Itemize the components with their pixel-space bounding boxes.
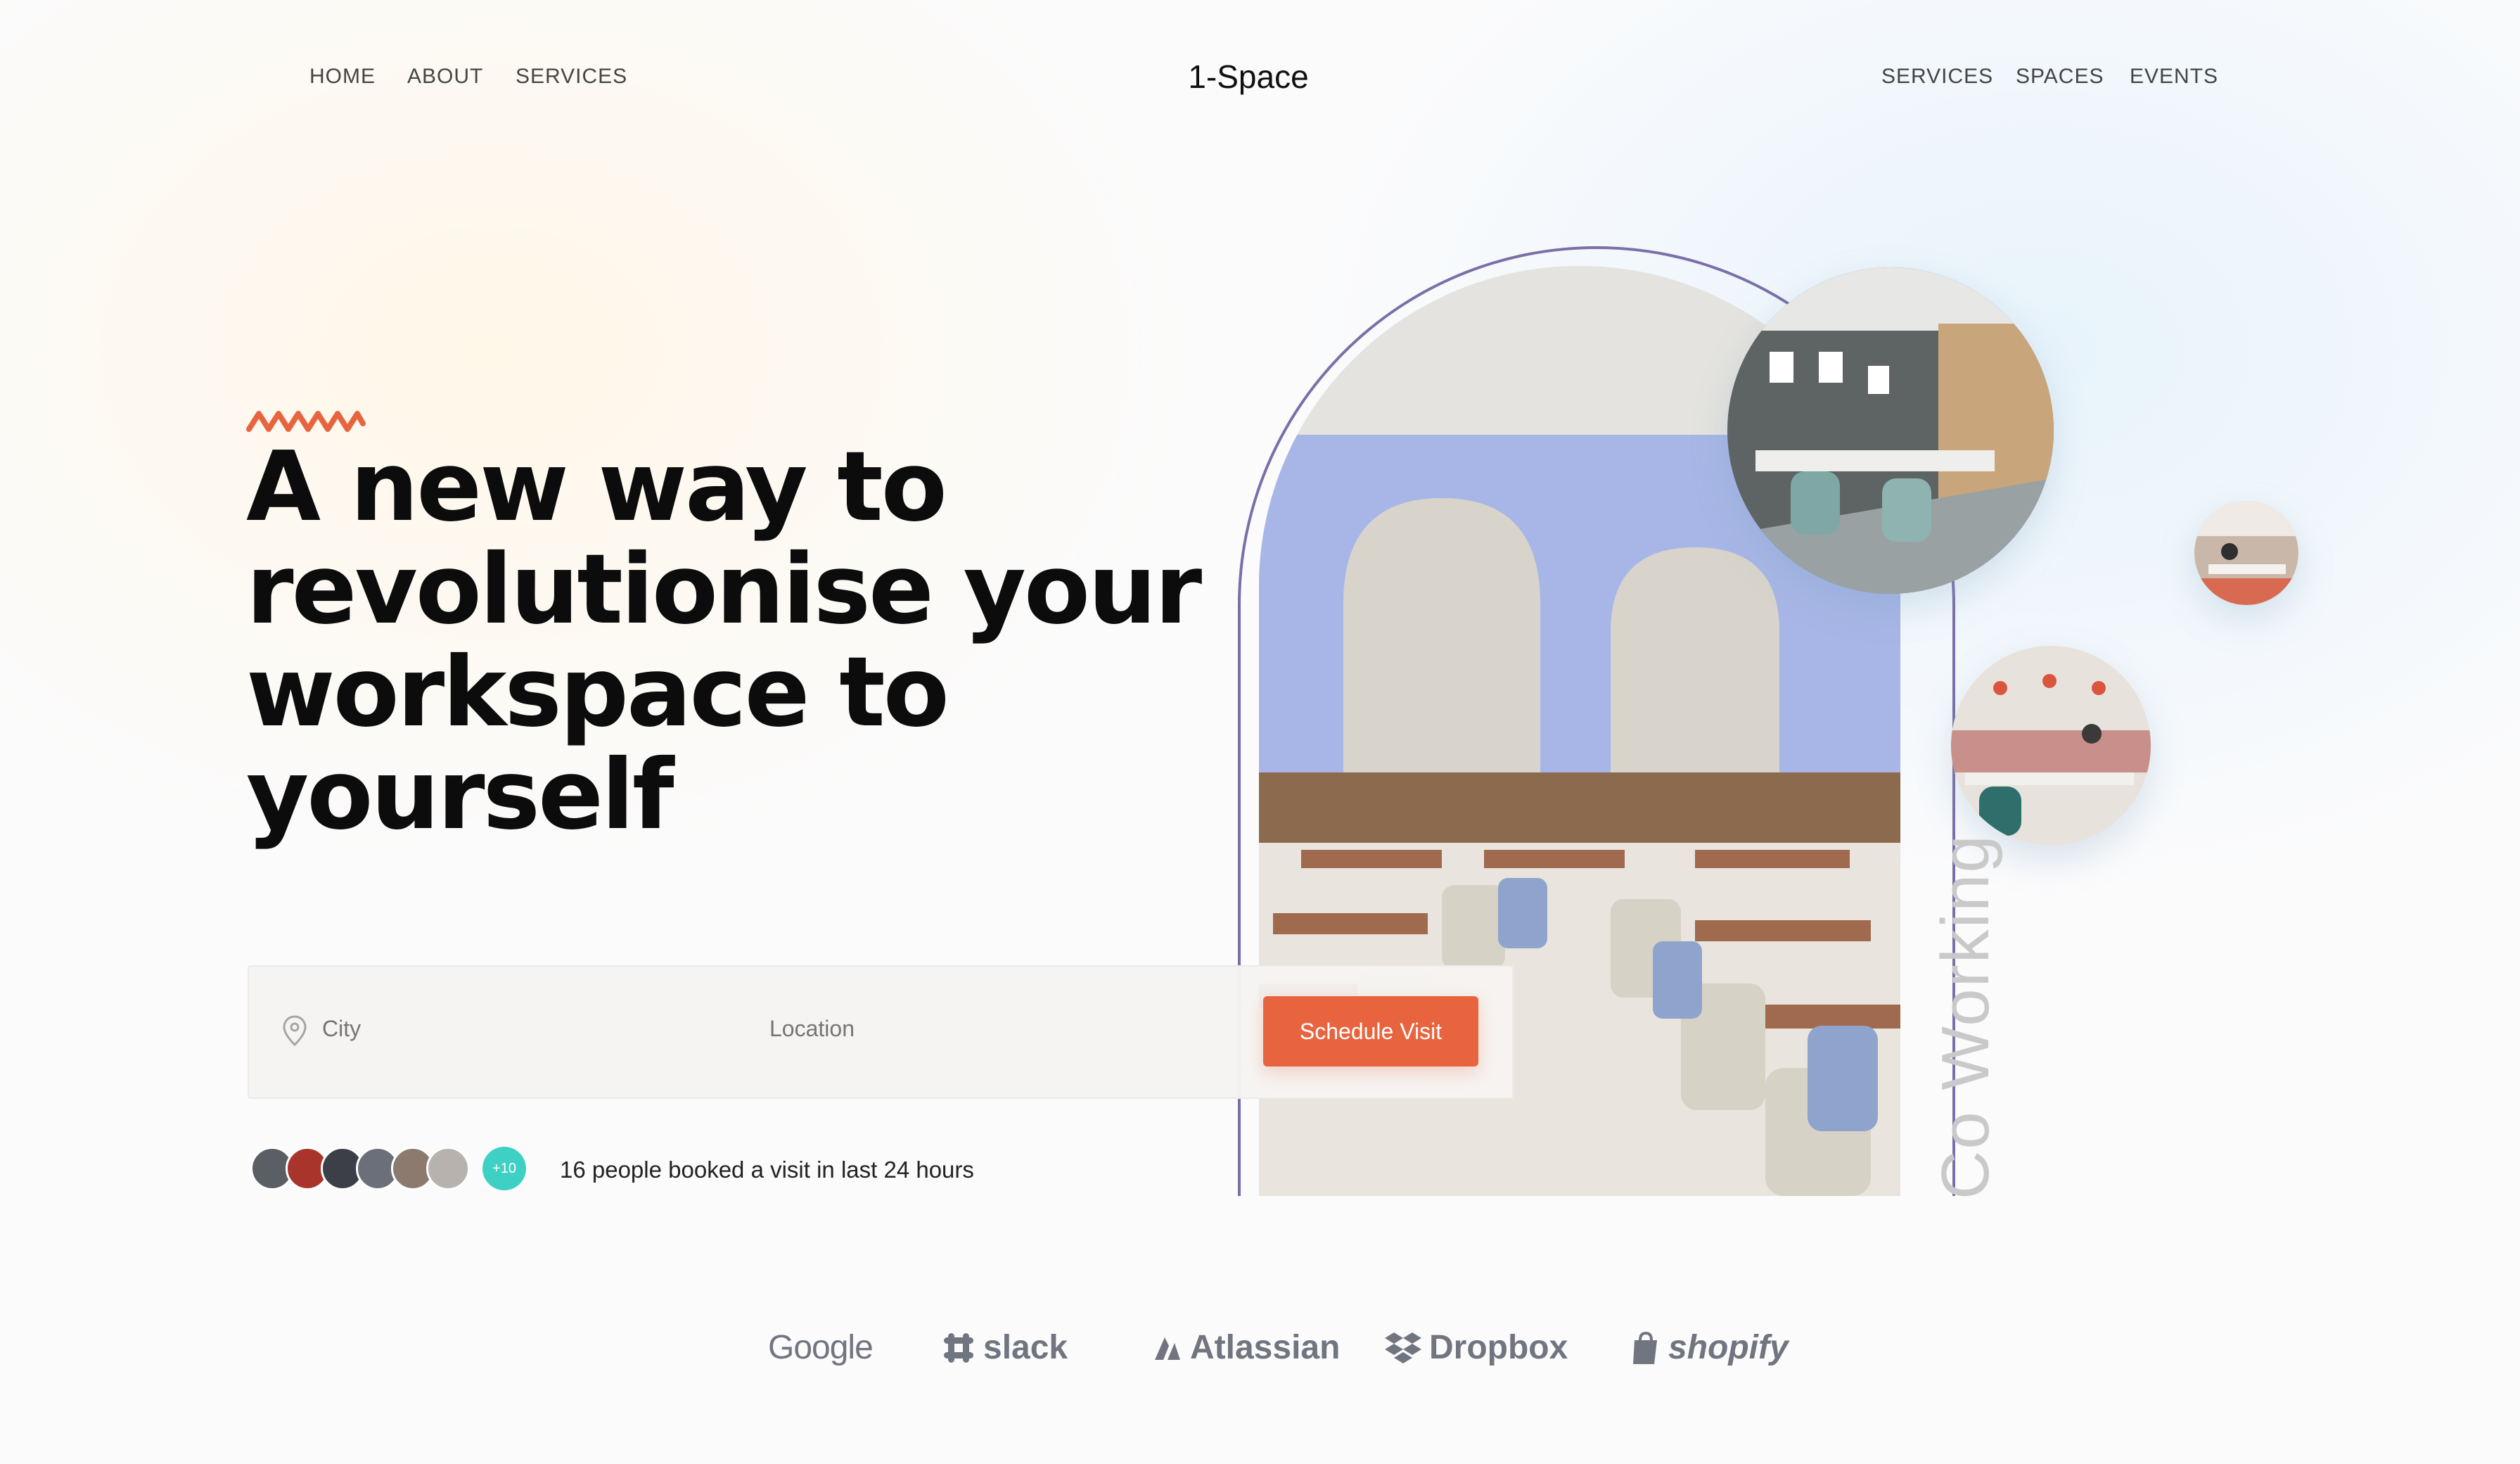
brand-logo[interactable]: 1-Space: [0, 58, 2497, 96]
atlassian-logo: Atlassian: [1151, 1328, 1340, 1367]
avatar-group: +10: [250, 1147, 526, 1190]
atlassian-logo-text: Atlassian: [1190, 1329, 1341, 1366]
location-input[interactable]: [769, 1016, 1205, 1042]
more-avatars-badge: +10: [482, 1147, 526, 1190]
coworking-vertical-label: Co Working: [1928, 834, 2003, 1199]
avatar: [426, 1147, 470, 1190]
shopify-logo-text: shopify: [1668, 1329, 1789, 1366]
dropbox-logo: Dropbox: [1384, 1328, 1568, 1367]
office-photo-circle: [1727, 267, 2054, 594]
booking-stat-text: 16 people booked a visit in last 24 hour…: [560, 1157, 974, 1183]
slack-logo-text: slack: [983, 1329, 1068, 1366]
shopify-bag-icon: [1633, 1331, 1657, 1364]
dropbox-logo-text: Dropbox: [1429, 1329, 1568, 1366]
google-logo: Google: [768, 1328, 874, 1367]
slack-hash-icon: [944, 1332, 973, 1363]
cafe-photo-circle: [1951, 646, 2151, 846]
shopify-logo: shopify: [1630, 1328, 1789, 1367]
nav-spaces-link[interactable]: SPACES: [2016, 65, 2104, 89]
slack-logo: slack: [941, 1328, 1068, 1367]
google-logo-text: Google: [768, 1329, 874, 1366]
nav-events-link[interactable]: EVENTS: [2130, 65, 2218, 89]
squiggle-decoration: [246, 411, 366, 432]
location-pin-icon: [283, 1015, 307, 1047]
small-meeting-photo-circle: [2194, 501, 2298, 605]
city-input[interactable]: [322, 1016, 716, 1042]
nav-services-right-link[interactable]: SERVICES: [1881, 65, 1993, 89]
dropbox-box-icon: [1385, 1332, 1421, 1363]
hero-headline: A new way to revolutionise your workspac…: [246, 431, 1202, 851]
atlassian-mark-icon: [1155, 1337, 1180, 1360]
schedule-visit-button[interactable]: Schedule Visit: [1263, 996, 1478, 1067]
